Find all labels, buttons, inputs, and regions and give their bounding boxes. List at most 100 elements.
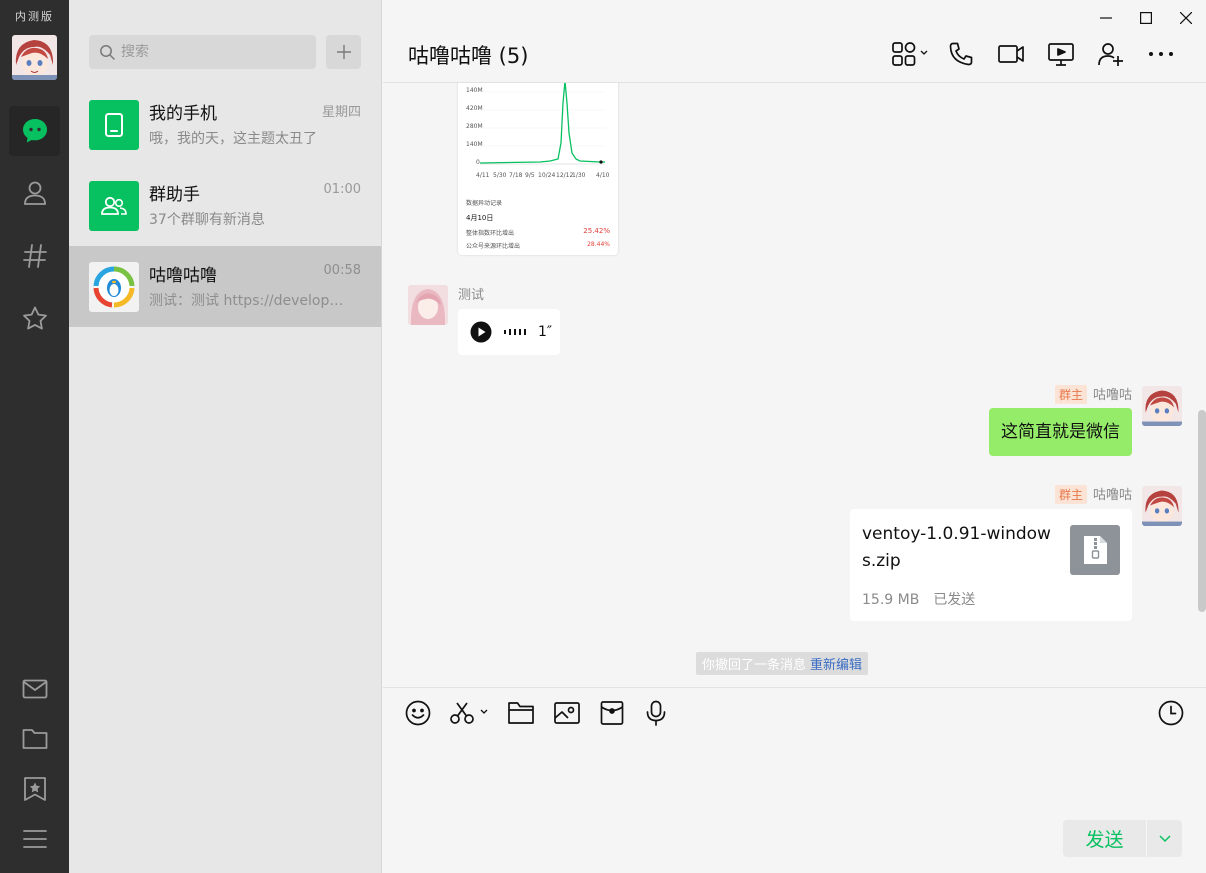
waveform-icon [504, 329, 526, 335]
chat-name: 群助手 [149, 185, 200, 205]
sender-label: 群主 咕噜咕 [1054, 484, 1132, 504]
chat-time: 星期四 [321, 105, 361, 120]
recall-text: 你撤回了一条消息 [702, 658, 807, 673]
chat-bubble-icon[interactable] [9, 106, 60, 156]
message-input[interactable] [408, 740, 1178, 810]
header-toolbar [886, 38, 1186, 70]
recall-notice: 你撤回了一条消息 重新编辑 [696, 652, 869, 675]
record-value: 28.44% [587, 241, 610, 248]
chart-x-tick: 9/5 [525, 172, 535, 179]
send-button[interactable]: 发送 [1063, 820, 1147, 857]
sender-name: 测试 [458, 288, 485, 303]
video-call-icon[interactable] [986, 38, 1036, 70]
re-edit-link[interactable]: 重新编辑 [810, 658, 862, 673]
sender-avatar[interactable] [408, 285, 448, 325]
chevron-down-icon [1158, 834, 1171, 842]
add-member-icon[interactable] [1086, 38, 1136, 70]
folder-icon[interactable] [507, 697, 535, 729]
voice-message[interactable]: 1″ [458, 309, 560, 355]
self-avatar[interactable] [1142, 386, 1182, 426]
voice-call-icon[interactable] [936, 38, 986, 70]
chart-x-tick: 4/10 [596, 172, 610, 179]
sender-label: 群主 咕噜咕 [1054, 384, 1132, 404]
chart-x-tick: 5/30 [493, 172, 507, 179]
favorites-star-icon[interactable] [9, 294, 60, 344]
red-packet-icon[interactable] [599, 697, 625, 729]
sender-name: 咕噜咕 [1092, 388, 1132, 403]
microphone-icon[interactable] [643, 697, 669, 729]
chat-item-gulu[interactable]: 咕噜咕噜 00:58 测试：测试 https://developer.examp… [69, 246, 381, 327]
file-size: 15.9 MB [862, 592, 920, 608]
input-divider [383, 687, 1206, 688]
record-label: 公众号来源环比增出 [466, 243, 521, 250]
beta-label: 内测版 [15, 10, 54, 23]
file-name: ventoy-1.0.91-windows.zip [862, 524, 1051, 571]
input-toolbar [405, 697, 687, 729]
sender-name: 咕噜咕 [1092, 488, 1132, 503]
screen-capture-icon[interactable] [553, 697, 581, 729]
chat-preview: 测试：测试 https://developer.example [149, 293, 345, 309]
section-label: 数据异动记录 [466, 200, 503, 207]
message-scrollbar[interactable] [1198, 410, 1206, 612]
send-options-button[interactable] [1147, 820, 1182, 857]
chat-name: 咕噜咕噜 [149, 266, 217, 286]
group-assistant-icon [89, 181, 139, 231]
plus-icon [336, 45, 351, 59]
search-box[interactable] [89, 35, 316, 69]
qq-penguin-icon [89, 262, 139, 312]
message-list[interactable]: 140M 420M 280M 140M 0 4/11 5/30 7/18 9/5… [383, 83, 1206, 687]
owner-badge: 群主 [1054, 485, 1087, 504]
chat-time: 00:58 [323, 263, 361, 278]
chart-x-tick: 10/24 [538, 172, 556, 179]
window-controls [1086, 6, 1206, 30]
chat-name: 我的手机 [149, 104, 217, 124]
chat-time: 01:00 [323, 182, 361, 197]
chat-item-group-assistant[interactable]: 群助手 01:00 37个群聊有新消息 [69, 165, 381, 246]
screen-share-icon[interactable] [1036, 38, 1086, 70]
start-group-chat-button[interactable] [326, 35, 361, 69]
chat-preview: 37个群聊有新消息 [149, 212, 265, 228]
mail-icon[interactable] [9, 664, 60, 714]
chat-title: 咕噜咕噜 (5) [408, 44, 529, 68]
play-icon[interactable] [470, 321, 492, 343]
channels-hash-icon[interactable] [9, 231, 60, 281]
chart-x-tick: 12/12 [556, 172, 574, 179]
send-group: 发送 [1063, 820, 1182, 857]
nav-rail: 内测版 [0, 0, 69, 873]
chart-x-tick: 7/18 [509, 172, 523, 179]
search-icon [100, 45, 115, 60]
more-icon[interactable] [1136, 38, 1186, 70]
chat-item-my-phone[interactable]: 我的手机 星期四 哦，我的天，这主题太丑了 [69, 84, 381, 165]
chart-x-tick: 1/30 [572, 172, 586, 179]
record-date: 4月10日 [466, 214, 494, 222]
emoji-icon[interactable] [405, 697, 431, 729]
bookmark-star-icon[interactable] [9, 764, 60, 814]
record-value: 25.42% [583, 227, 610, 235]
menu-icon[interactable] [9, 814, 60, 864]
chart-line [480, 83, 605, 165]
voice-duration: 1″ [538, 324, 553, 340]
chat-list-panel: 我的手机 星期四 哦，我的天，这主题太丑了 群助手 01:00 37个群聊有新消… [69, 0, 382, 873]
minimize-button[interactable] [1086, 6, 1126, 30]
screenshot-scissors-icon[interactable] [449, 697, 489, 729]
mini-programs-icon[interactable] [886, 38, 936, 70]
chat-preview: 哦，我的天，这主题太丑了 [149, 131, 317, 147]
my-avatar[interactable] [12, 35, 57, 80]
zip-file-icon [1070, 525, 1120, 575]
maximize-button[interactable] [1126, 6, 1166, 30]
file-status: 已发送 [933, 592, 976, 608]
record-label: 整体指数环比增出 [466, 230, 515, 237]
self-avatar[interactable] [1142, 486, 1182, 526]
folder-icon[interactable] [9, 714, 60, 764]
phone-icon [89, 100, 139, 150]
image-message[interactable]: 140M 420M 280M 140M 0 4/11 5/30 7/18 9/5… [458, 83, 618, 255]
search-input[interactable] [121, 44, 311, 60]
close-button[interactable] [1166, 6, 1206, 30]
conversation-panel: 咕噜咕噜 (5) 140M 420M 280M 140M 0 4/11 5/30… [383, 0, 1206, 873]
file-message[interactable]: ventoy-1.0.91-windows.zip 15.9 MB 已发送 [850, 509, 1132, 621]
text-message[interactable]: 这简直就是微信 [989, 408, 1132, 456]
contacts-icon[interactable] [9, 168, 60, 218]
clock-icon[interactable] [1158, 697, 1184, 729]
chart-x-tick: 4/11 [476, 172, 490, 179]
file-meta: 15.9 MB 已发送 [862, 589, 975, 609]
